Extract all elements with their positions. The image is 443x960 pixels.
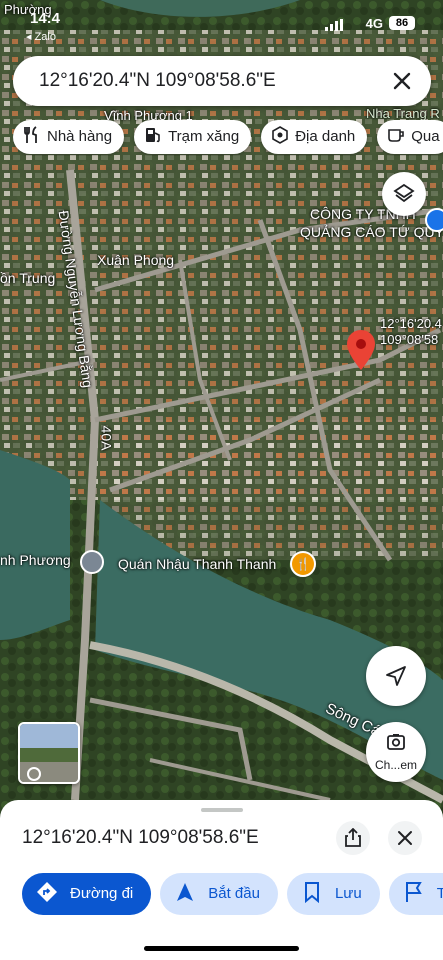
battery-icon: 86 — [389, 16, 415, 30]
my-location-button[interactable] — [366, 646, 426, 706]
layers-icon — [392, 182, 416, 211]
sheet-close-button[interactable] — [388, 821, 422, 855]
chip-label: Nhà hàng — [47, 128, 113, 145]
map-label-nha-trang: Nha Trang R — [366, 106, 440, 121]
close-icon[interactable] — [389, 68, 415, 94]
chip-label: Qua — [411, 128, 440, 145]
network-type: 4G — [365, 16, 383, 31]
pin-label: 12°16'20.4 109°08'58 — [380, 316, 442, 348]
signal-icon — [325, 18, 343, 36]
chip-label: Trạm xăng — [168, 128, 240, 145]
share-button[interactable] — [336, 821, 370, 855]
chip-label: Địa danh — [295, 128, 356, 145]
chip-gas-stations[interactable]: Trạm xăng — [134, 120, 252, 154]
navigation-arrow-icon — [384, 664, 408, 693]
flag-label: T — [436, 885, 443, 902]
map-label-on-trung: ồn Trung — [0, 270, 56, 286]
poi-icon-vinh-phuong[interactable] — [80, 550, 104, 574]
flag-button[interactable]: T — [388, 873, 443, 915]
chip-restaurants[interactable]: Nhà hàng — [13, 120, 125, 154]
lens-icon — [386, 732, 406, 757]
search-bar[interactable]: 12°16'20.4"N 109°08'58.6"E — [13, 56, 431, 106]
landmark-icon — [271, 123, 289, 144]
action-buttons: Đường đi Bắt đầu Lưu T — [22, 873, 443, 915]
start-label: Bắt đầu — [208, 885, 260, 902]
navigation-icon — [174, 878, 196, 901]
pin-label-lat: 12°16'20.4 — [380, 316, 442, 331]
map-label-road-40a: 40A — [98, 425, 115, 451]
sheet-coordinates: 12°16'20.4"N 109°08'58.6"E — [22, 827, 259, 848]
map-label-company-line2: QUẢNG CÁO TỨ QUÝ — [300, 224, 443, 240]
directions-label: Đường đi — [70, 885, 134, 902]
pin-label-lng: 109°08'58 — [380, 332, 439, 347]
chip-landmarks[interactable]: Địa danh — [261, 120, 368, 154]
street-view-thumbnail[interactable] — [18, 722, 80, 784]
map-label-xuan-phong: Xuân Phong — [97, 252, 175, 268]
lens-button[interactable]: Ch...em — [366, 722, 426, 782]
bottom-sheet[interactable]: 12°16'20.4"N 109°08'58.6"E Đường đi Bắt … — [0, 800, 443, 960]
restaurant-icon — [23, 123, 41, 143]
bookmark-icon — [301, 878, 323, 904]
start-button[interactable]: Bắt đầu — [160, 873, 278, 915]
map-label-restaurant: Quán Nhậu Thanh Thanh — [118, 556, 277, 572]
home-indicator[interactable] — [144, 946, 299, 951]
directions-button[interactable]: Đường đi — [22, 873, 152, 915]
coffee-icon — [387, 123, 405, 142]
back-to-app[interactable]: ◂ Zalo — [26, 30, 56, 43]
layers-button[interactable] — [382, 172, 426, 216]
lens-label: Ch...em — [374, 758, 417, 772]
gas-station-icon — [144, 123, 162, 143]
save-label: Lưu — [334, 885, 362, 902]
status-bar: 14:4 ◂ Zalo 4G 86 — [0, 6, 443, 43]
search-query[interactable]: 12°16'20.4"N 109°08'58.6"E — [39, 70, 276, 92]
chip-coffee[interactable]: Qua — [377, 120, 443, 154]
category-chips: Nhà hàng Trạm xăng Địa danh Qua — [13, 120, 443, 156]
sheet-drag-handle[interactable] — [201, 808, 243, 812]
close-icon — [397, 830, 413, 851]
flag-icon — [403, 878, 425, 902]
restaurant-pin-icon[interactable]: 🍴 — [290, 551, 316, 577]
business-pin-icon[interactable] — [425, 208, 443, 232]
share-icon — [344, 827, 362, 853]
save-button[interactable]: Lưu — [286, 873, 380, 915]
directions-icon — [36, 878, 58, 902]
status-time: 14:4 — [30, 10, 61, 27]
map-label-vinh-phuong: nh Phương — [0, 552, 71, 568]
